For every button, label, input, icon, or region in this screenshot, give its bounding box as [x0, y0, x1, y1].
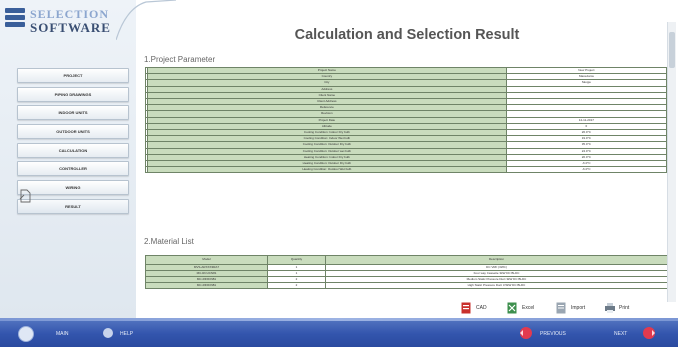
vertical-scrollbar[interactable]: [667, 22, 676, 302]
material-model: MC-RFFDN81: [145, 282, 268, 290]
page-title: Calculation and Selection Result: [294, 27, 520, 43]
export-cad-label[interactable]: CAD: [476, 305, 487, 311]
sidebar-item-project[interactable]: PROJECT: [17, 68, 129, 83]
home-icon[interactable]: [18, 326, 34, 342]
column-header-quantity: Quantity: [267, 255, 326, 265]
previous-button[interactable]: PREVIOUS: [540, 331, 566, 337]
sidebar-item-wiring[interactable]: WIRING: [17, 180, 129, 196]
sidebar-item-controller[interactable]: CONTROLLER: [17, 161, 129, 177]
export-print-label[interactable]: Print: [619, 305, 629, 311]
app-window: SELECTION SOFTWARE PROJECT PIPING DRAWIN…: [0, 0, 678, 347]
document-icon: [19, 189, 31, 203]
help-icon[interactable]: [103, 328, 113, 338]
material-header-row: Model Quantity Description: [145, 255, 668, 265]
bottom-bar: MAIN HELP PREVIOUS NEXT: [0, 318, 678, 347]
parameter-label: Heating Condition: Outdoor Wet bulb: [147, 166, 507, 174]
material-description: High Static Pressure Duct 3.5kW DC BLDC: [325, 282, 668, 290]
sidebar-item-indoor-units[interactable]: INDOOR UNITS: [17, 105, 129, 121]
sidebar-item-result[interactable]: RESULT: [17, 198, 129, 214]
sidebar-item-calculation[interactable]: CALCULATION: [17, 142, 129, 158]
excel-icon[interactable]: [507, 302, 517, 314]
sidebar-item-outdoor-units[interactable]: OUTDOOR UNITS: [17, 124, 129, 140]
logo: SELECTION SOFTWARE: [5, 6, 131, 36]
project-parameter-table: Project Name New Project Country Macedonia C…: [145, 66, 668, 174]
logo-mark-icon: [5, 8, 25, 32]
pdf-icon[interactable]: [461, 302, 471, 314]
sidebar: SELECTION SOFTWARE PROJECT PIPING DRAWIN…: [0, 0, 137, 318]
previous-arrow-icon[interactable]: [517, 326, 533, 340]
parameter-value: -6.0°C: [505, 166, 668, 174]
main-button[interactable]: MAIN: [56, 331, 69, 337]
help-button[interactable]: HELP: [120, 331, 133, 337]
parameter-row: Heating Condition: Outdoor Wet bulb -6.0°…: [145, 166, 668, 174]
sidebar-nav: PROJECT PIPING DRAWINGS INDOOR UNITS OUT…: [17, 68, 129, 218]
scrollbar-thumb[interactable]: [669, 32, 675, 68]
section-title-project-parameter: 1.Project Parameter: [144, 55, 216, 64]
export-import-label[interactable]: Import: [571, 305, 585, 311]
material-row: MC-RFFDN81 2 High Static Pressure Duct 3.5…: [145, 282, 668, 290]
material-quantity: 2: [267, 282, 326, 290]
section-title-material-list: 2.Material List: [144, 237, 194, 246]
sidebar-item-piping-drawings[interactable]: PIPING DRAWINGS: [17, 86, 129, 102]
column-header-description: Description: [325, 255, 668, 265]
next-button[interactable]: NEXT: [614, 331, 627, 337]
import-icon[interactable]: [556, 302, 566, 314]
export-excel-label[interactable]: Excel: [522, 305, 534, 311]
material-list-table: Model Quantity Description MVS-ARXXX3RA7…: [145, 255, 668, 290]
logo-line2: SOFTWARE: [30, 20, 111, 35]
next-arrow-icon[interactable]: [642, 326, 658, 340]
printer-icon[interactable]: [604, 302, 616, 314]
column-header-model: Model: [145, 255, 268, 265]
